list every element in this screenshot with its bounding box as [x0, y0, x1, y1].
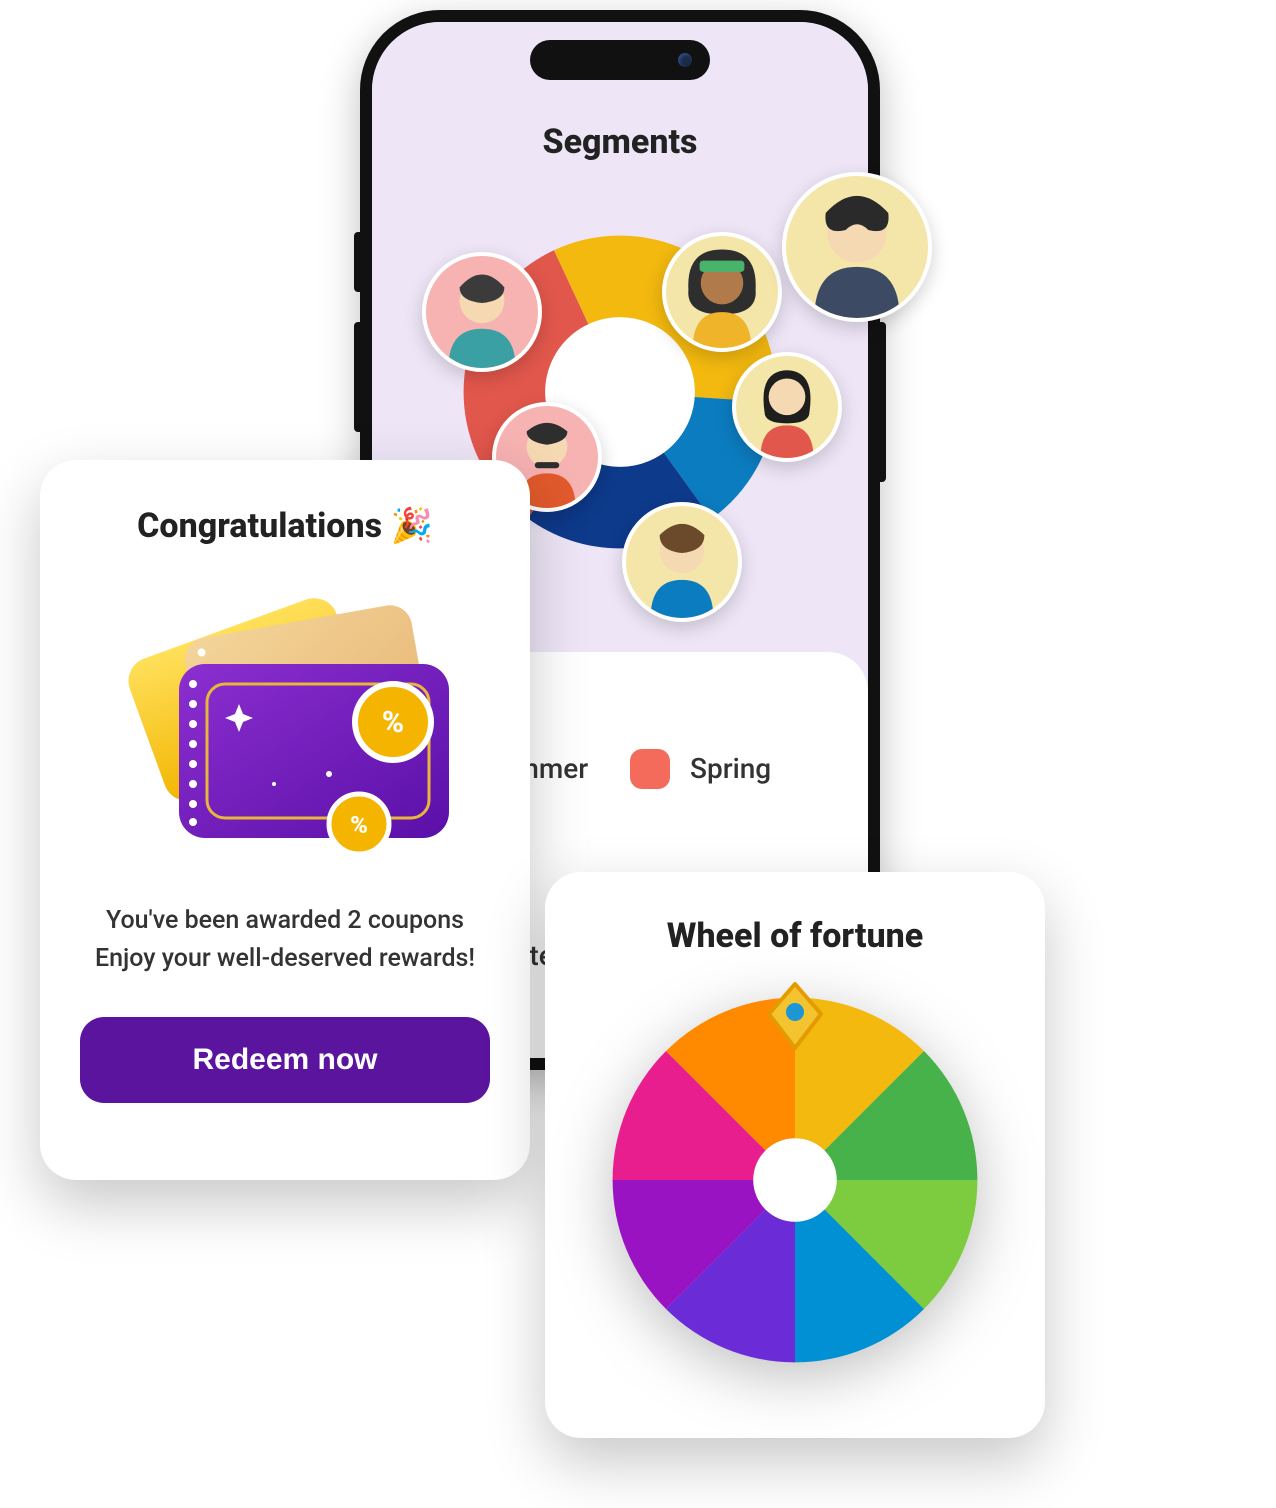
segments-title: Segments [372, 122, 868, 162]
avatar [782, 172, 932, 322]
coupons-icon: % % [105, 572, 465, 872]
legend-label: Spring [690, 752, 771, 785]
wheel-pointer-icon [763, 980, 827, 1052]
congratulations-card: Congratulations 🎉 [40, 460, 530, 1180]
svg-text:%: % [350, 811, 368, 839]
congratulations-message: You've been awarded 2 coupons Enjoy your… [95, 902, 475, 977]
svg-text:%: % [382, 705, 404, 740]
wheel-card: Wheel of fortune [545, 872, 1045, 1438]
legend-item[interactable]: Spring [630, 692, 818, 845]
redeem-button[interactable]: Redeem now [80, 1017, 490, 1103]
fortune-wheel[interactable] [605, 990, 985, 1370]
avatar [622, 502, 742, 622]
phone-side-button-right [880, 322, 886, 482]
congratulations-title: Congratulations 🎉 [137, 506, 433, 546]
congratulations-line2: Enjoy your well-deserved rewards! [95, 944, 475, 973]
wheel-title: Wheel of fortune [667, 916, 923, 956]
phone-notch [530, 40, 710, 80]
legend-swatch [630, 749, 670, 789]
avatar [422, 252, 542, 372]
avatar [732, 352, 842, 462]
avatar [662, 232, 782, 352]
wheel-hub [753, 1138, 837, 1222]
phone-side-buttons-left [354, 232, 360, 292]
congratulations-line1: You've been awarded 2 coupons [106, 906, 464, 935]
